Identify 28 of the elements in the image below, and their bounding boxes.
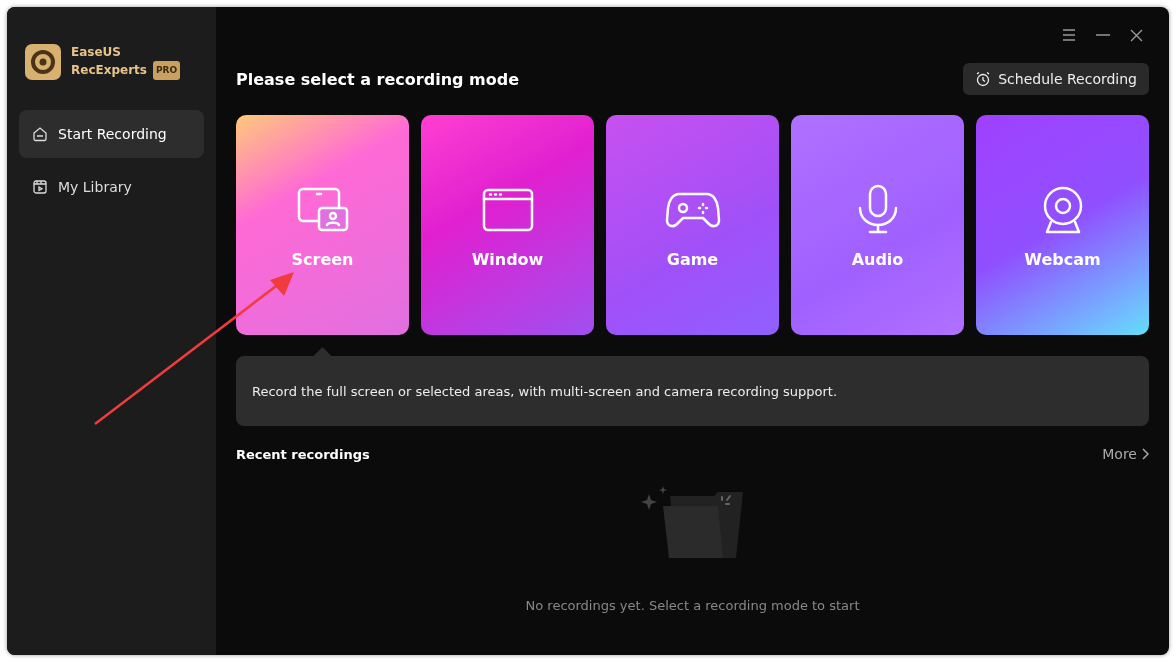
brand-name: RecExperts <box>71 62 147 79</box>
brand-name: EaseUS <box>71 44 122 61</box>
page-heading: Please select a recording mode <box>236 69 519 89</box>
app-logo <box>25 44 61 80</box>
more-link[interactable]: More <box>1102 446 1149 462</box>
mode-card[interactable]: Webcam <box>976 115 1149 335</box>
mode-card[interactable]: Screen <box>236 115 409 335</box>
mode-description: Record the full screen or selected areas, with multi-screen and camera recording support. <box>236 356 1149 426</box>
schedule-recording-button[interactable]: Schedule Recording <box>963 63 1149 95</box>
pro-badge: PRO <box>152 61 181 80</box>
alarm-clock-icon <box>975 71 992 87</box>
sidebar-item[interactable]: Start Recording <box>19 110 204 158</box>
home-icon <box>32 126 48 142</box>
mode-label: Screen <box>291 249 354 269</box>
film-library-icon <box>32 179 48 195</box>
mode-card[interactable]: Window <box>421 115 594 335</box>
mode-label: Window <box>471 249 544 269</box>
menu-icon[interactable] <box>1062 29 1076 41</box>
mode-label: Audio <box>851 249 904 269</box>
mode-card[interactable]: Audio <box>791 115 964 335</box>
sidebar-item[interactable]: My Library <box>19 163 204 211</box>
mode-label: Game <box>666 249 719 269</box>
mode-card[interactable]: Game <box>606 115 779 335</box>
mode-label: Webcam <box>1024 249 1101 269</box>
empty-message: No recordings yet. Select a recording mode to start <box>525 598 860 613</box>
chevron-right-icon <box>1141 448 1149 460</box>
section-title: Recent recordings <box>236 446 370 462</box>
close-icon[interactable] <box>1130 28 1143 42</box>
